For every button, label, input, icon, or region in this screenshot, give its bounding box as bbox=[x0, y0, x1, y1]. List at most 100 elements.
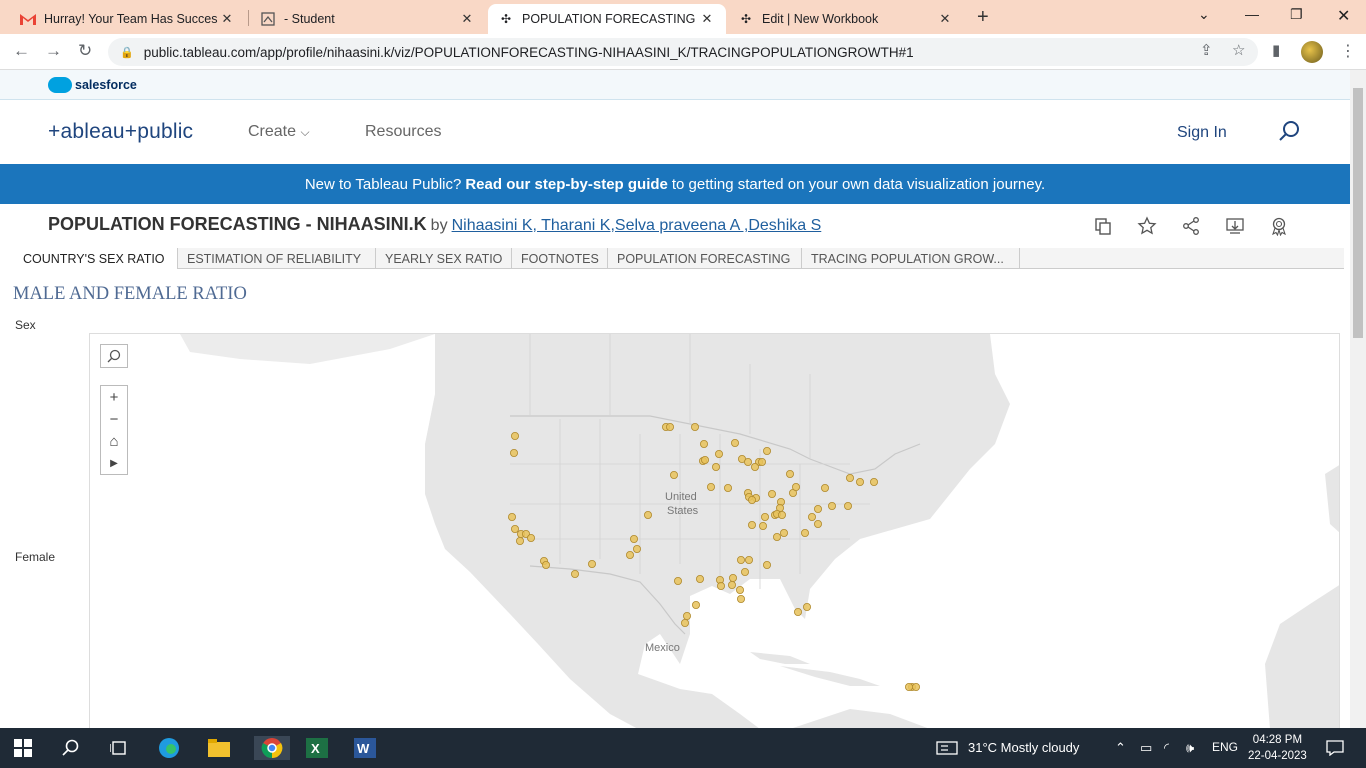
city-marker[interactable] bbox=[666, 423, 675, 432]
notifications-icon[interactable] bbox=[1322, 736, 1348, 760]
sign-in-link[interactable]: Sign In bbox=[1177, 124, 1227, 142]
city-marker[interactable] bbox=[912, 682, 921, 691]
city-marker[interactable] bbox=[763, 447, 772, 456]
language-indicator[interactable]: ENG bbox=[1212, 740, 1238, 754]
map-search-control[interactable] bbox=[100, 344, 128, 368]
edge-icon[interactable] bbox=[156, 736, 182, 760]
nav-resources[interactable]: Resources bbox=[365, 123, 441, 141]
city-marker[interactable] bbox=[814, 504, 823, 513]
restore-icon[interactable]: ❐ bbox=[1290, 6, 1303, 23]
city-marker[interactable] bbox=[712, 462, 721, 471]
city-marker[interactable] bbox=[786, 469, 795, 478]
browser-tab-gmail[interactable]: Hurray! Your Team Has Successfu ✕ bbox=[10, 4, 246, 34]
city-marker[interactable] bbox=[630, 534, 639, 543]
close-icon[interactable]: ✕ bbox=[458, 11, 476, 27]
city-marker[interactable] bbox=[780, 528, 789, 537]
city-marker[interactable] bbox=[729, 573, 738, 582]
sheet-tab-population-forecasting[interactable]: POPULATION FORECASTING bbox=[608, 248, 802, 269]
city-marker[interactable] bbox=[674, 576, 683, 585]
close-icon[interactable]: ✕ bbox=[218, 11, 236, 27]
copy-icon[interactable] bbox=[1093, 216, 1113, 236]
city-marker[interactable] bbox=[794, 607, 803, 616]
city-marker[interactable] bbox=[728, 580, 737, 589]
bookmark-star-icon[interactable]: ☆ bbox=[1232, 41, 1245, 59]
city-marker[interactable] bbox=[821, 483, 830, 492]
city-marker[interactable] bbox=[570, 569, 579, 578]
clock[interactable]: 04:28 PM 22-04-2023 bbox=[1248, 732, 1307, 764]
city-marker[interactable] bbox=[844, 501, 853, 510]
city-marker[interactable] bbox=[510, 524, 519, 533]
city-marker[interactable] bbox=[768, 489, 777, 498]
city-marker[interactable] bbox=[510, 432, 519, 441]
city-marker[interactable] bbox=[701, 456, 710, 465]
city-marker[interactable] bbox=[724, 483, 733, 492]
authors-link[interactable]: Nihaasini K, Tharani K,Selva praveena A … bbox=[452, 217, 822, 234]
profile-avatar[interactable] bbox=[1301, 41, 1323, 63]
task-view-icon[interactable] bbox=[106, 736, 132, 760]
share-icon[interactable] bbox=[1181, 216, 1201, 236]
sheet-tab-tracing-population-growth[interactable]: TRACING POPULATION GROW... bbox=[802, 248, 1020, 269]
city-marker[interactable] bbox=[759, 521, 768, 530]
close-icon[interactable]: ✕ bbox=[698, 11, 716, 27]
favorite-star-icon[interactable] bbox=[1137, 216, 1157, 236]
city-marker[interactable] bbox=[633, 544, 642, 553]
chrome-icon[interactable] bbox=[254, 736, 290, 760]
search-icon[interactable] bbox=[101, 345, 127, 367]
sheet-tab-countrys-sex-ratio[interactable]: COUNTRY'S SEX RATIO bbox=[14, 248, 178, 269]
nav-create[interactable]: Create ⌵ bbox=[248, 123, 310, 141]
city-marker[interactable] bbox=[745, 555, 754, 564]
city-marker[interactable] bbox=[870, 477, 879, 486]
back-icon[interactable]: ← bbox=[13, 41, 30, 61]
city-marker[interactable] bbox=[748, 495, 757, 504]
city-marker[interactable] bbox=[644, 510, 653, 519]
city-marker[interactable] bbox=[526, 533, 535, 542]
share-icon[interactable]: ⇪ bbox=[1200, 41, 1213, 59]
city-marker[interactable] bbox=[715, 450, 724, 459]
page-scrollbar[interactable] bbox=[1350, 70, 1366, 728]
tab-search-icon[interactable]: ⌄ bbox=[1198, 6, 1210, 23]
city-marker[interactable] bbox=[803, 602, 812, 611]
weather-text[interactable]: 31°C Mostly cloudy bbox=[968, 740, 1079, 755]
city-marker[interactable] bbox=[509, 449, 518, 458]
browser-tab-population-forecasting[interactable]: ✣ POPULATION FORECASTING - NI ✕ bbox=[488, 4, 726, 34]
browser-tab-edit-workbook[interactable]: ✣ Edit | New Workbook ✕ bbox=[728, 4, 964, 34]
city-marker[interactable] bbox=[905, 682, 914, 691]
city-marker[interactable] bbox=[846, 473, 855, 482]
weather-icon[interactable] bbox=[934, 736, 960, 760]
city-marker[interactable] bbox=[778, 510, 787, 519]
search-icon[interactable] bbox=[1278, 120, 1300, 142]
excel-icon[interactable]: X bbox=[304, 736, 330, 760]
home-icon[interactable]: ⌂ bbox=[101, 430, 127, 452]
address-bar[interactable]: 🔒 public.tableau.com/app/profile/nihaasi… bbox=[108, 38, 1258, 66]
wifi-icon[interactable]: ◜ bbox=[1164, 740, 1169, 756]
browser-tab-student[interactable]: - Student ✕ bbox=[250, 4, 486, 34]
city-marker[interactable] bbox=[801, 528, 810, 537]
city-marker[interactable] bbox=[737, 594, 746, 603]
city-marker[interactable] bbox=[626, 550, 635, 559]
city-marker[interactable] bbox=[856, 477, 865, 486]
city-marker[interactable] bbox=[792, 482, 801, 491]
city-marker[interactable] bbox=[717, 581, 726, 590]
minimize-icon[interactable]: — bbox=[1245, 6, 1259, 22]
city-marker[interactable] bbox=[758, 458, 767, 467]
zoom-out-icon[interactable]: − bbox=[101, 408, 127, 430]
city-marker[interactable] bbox=[670, 470, 679, 479]
city-marker[interactable] bbox=[748, 520, 757, 529]
city-marker[interactable] bbox=[736, 585, 745, 594]
sheet-tab-footnotes[interactable]: FOOTNOTES bbox=[512, 248, 608, 269]
scrollbar-thumb[interactable] bbox=[1353, 88, 1363, 338]
city-marker[interactable] bbox=[808, 512, 817, 521]
new-tab-icon[interactable]: + bbox=[977, 6, 989, 29]
side-panel-icon[interactable]: ▮ bbox=[1272, 41, 1280, 59]
forward-icon[interactable]: → bbox=[45, 41, 62, 61]
city-marker[interactable] bbox=[744, 458, 753, 467]
badge-icon[interactable] bbox=[1269, 216, 1289, 236]
city-marker[interactable] bbox=[773, 532, 782, 541]
city-marker[interactable] bbox=[541, 560, 550, 569]
city-marker[interactable] bbox=[681, 618, 690, 627]
salesforce-logo[interactable]: salesforce bbox=[48, 76, 137, 93]
sheet-tab-yearly-sex-ratio[interactable]: YEARLY SEX RATIO bbox=[376, 248, 512, 269]
window-close-icon[interactable]: ✕ bbox=[1337, 6, 1350, 26]
close-icon[interactable]: ✕ bbox=[936, 11, 954, 27]
word-icon[interactable]: W bbox=[352, 736, 378, 760]
